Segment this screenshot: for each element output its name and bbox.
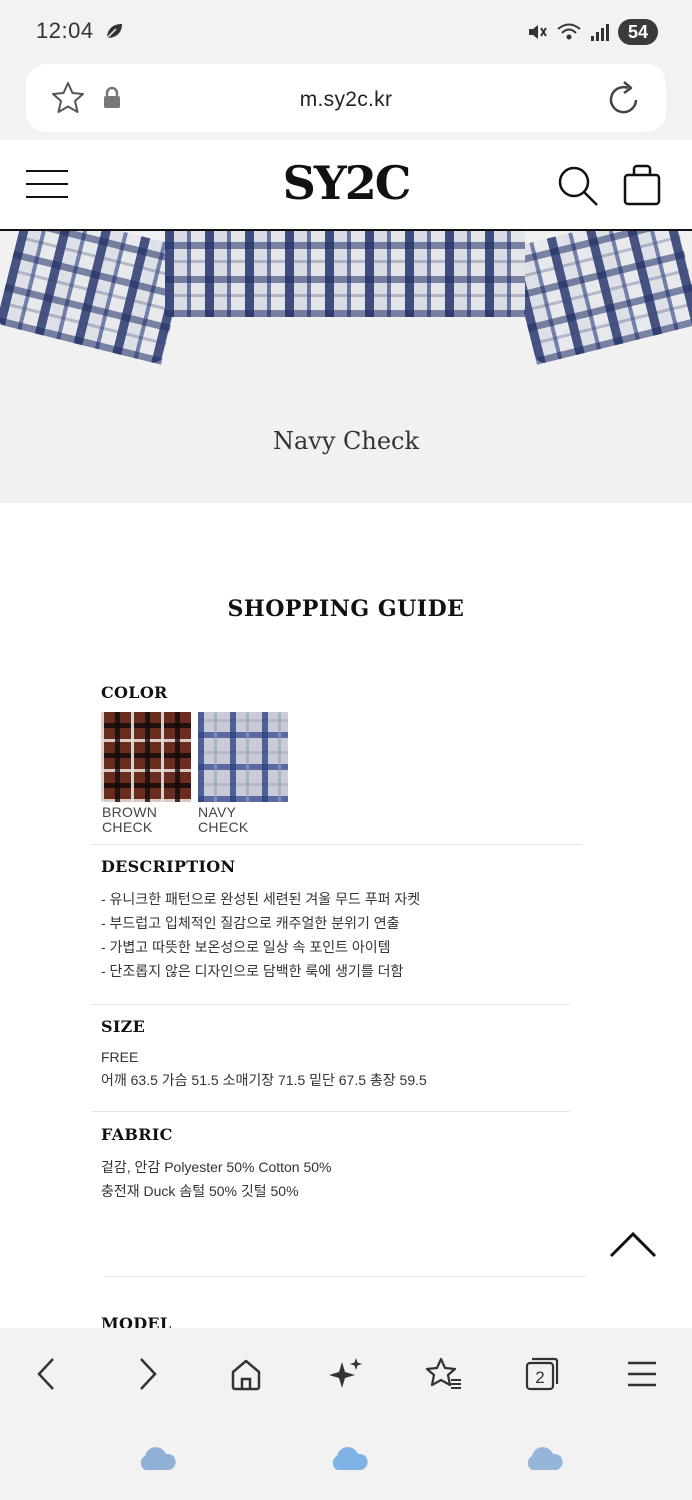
product-image: Navy Check <box>0 231 692 503</box>
tabs-icon: 2 <box>525 1357 559 1391</box>
description-line: - 단조롭지 않은 디자인으로 담백한 룩에 생기를 더함 <box>101 963 404 979</box>
browser-toolbar: m.sy2c.kr <box>0 62 692 140</box>
garment-sleeve-right <box>508 231 692 365</box>
cloud-icon <box>527 1447 563 1470</box>
battery-indicator: 54 <box>618 19 658 45</box>
size-heading: SIZE <box>101 1017 146 1036</box>
signal-icon <box>591 24 609 41</box>
product-color-caption: Navy Check <box>272 427 420 455</box>
site-header: SY2C <box>0 140 692 231</box>
bookmarks-button[interactable] <box>420 1350 468 1398</box>
tabs-button[interactable]: 2 <box>518 1350 566 1398</box>
browser-bottom-bar: 2 <box>0 1328 692 1500</box>
search-icon[interactable] <box>556 164 600 208</box>
divider <box>92 1004 570 1005</box>
reload-icon[interactable] <box>606 78 642 118</box>
mute-icon <box>529 25 547 39</box>
description-line: - 부드럽고 입체적인 질감으로 캐주얼한 분위기 연출 <box>101 915 400 931</box>
fabric-line: 겉감, 안감 Polyester 50% Cotton 50% <box>101 1159 332 1175</box>
wifi-icon <box>557 23 581 40</box>
size-line: FREE <box>101 1049 139 1065</box>
shopping-bag-icon[interactable] <box>622 162 662 208</box>
description-line: - 가볍고 따뜻한 보온성으로 일상 속 포인트 아이템 <box>101 939 391 955</box>
description-heading: DESCRIPTION <box>101 857 236 876</box>
swatch-navy-check <box>198 712 288 802</box>
garment-sleeve-left <box>0 231 190 365</box>
scroll-to-top-icon[interactable] <box>608 1228 658 1260</box>
home-icon <box>231 1359 261 1391</box>
menu-button[interactable] <box>618 1350 666 1398</box>
address-bar[interactable]: m.sy2c.kr <box>26 64 666 132</box>
leaf-icon <box>106 24 122 39</box>
swatch-label-navy: NAVY CHECK <box>198 804 249 835</box>
url-text[interactable]: m.sy2c.kr <box>26 88 666 112</box>
size-line: 어깨 63.5 가슴 51.5 소매기장 71.5 밑단 67.5 총장 59.… <box>101 1072 427 1088</box>
bookmark-star-icon <box>425 1357 461 1389</box>
menu-lines-icon <box>628 1361 656 1387</box>
description-line: - 유니크한 패턴으로 완성된 세련된 겨울 무드 푸퍼 자켓 <box>101 891 421 907</box>
divider <box>92 1111 570 1112</box>
garment-body <box>165 231 525 317</box>
sparkles-icon <box>329 1358 362 1388</box>
divider <box>92 844 582 845</box>
fabric-heading: FABRIC <box>101 1125 173 1144</box>
chevron-right-icon <box>140 1358 157 1390</box>
back-button[interactable] <box>22 1350 70 1398</box>
status-icons: 54 <box>526 18 658 46</box>
forward-button[interactable] <box>124 1350 172 1398</box>
cloud-icon <box>140 1447 176 1470</box>
chevron-left-icon <box>37 1358 54 1390</box>
tabs-count: 2 <box>535 1368 544 1387</box>
color-heading: COLOR <box>101 683 168 702</box>
ai-assistant-button[interactable] <box>322 1350 370 1398</box>
fabric-line: 충전재 Duck 솜털 50% 깃털 50% <box>101 1183 299 1199</box>
home-button[interactable] <box>222 1350 270 1398</box>
status-bar: 12:04 54 <box>0 0 692 62</box>
swatch-label-brown: BROWN CHECK <box>102 804 158 835</box>
status-time: 12:04 <box>36 18 94 43</box>
swatch-brown-check <box>101 712 191 802</box>
divider <box>104 1276 586 1277</box>
cloud-icon <box>332 1447 368 1470</box>
shopping-guide-title: SHOPPING GUIDE <box>227 596 465 622</box>
